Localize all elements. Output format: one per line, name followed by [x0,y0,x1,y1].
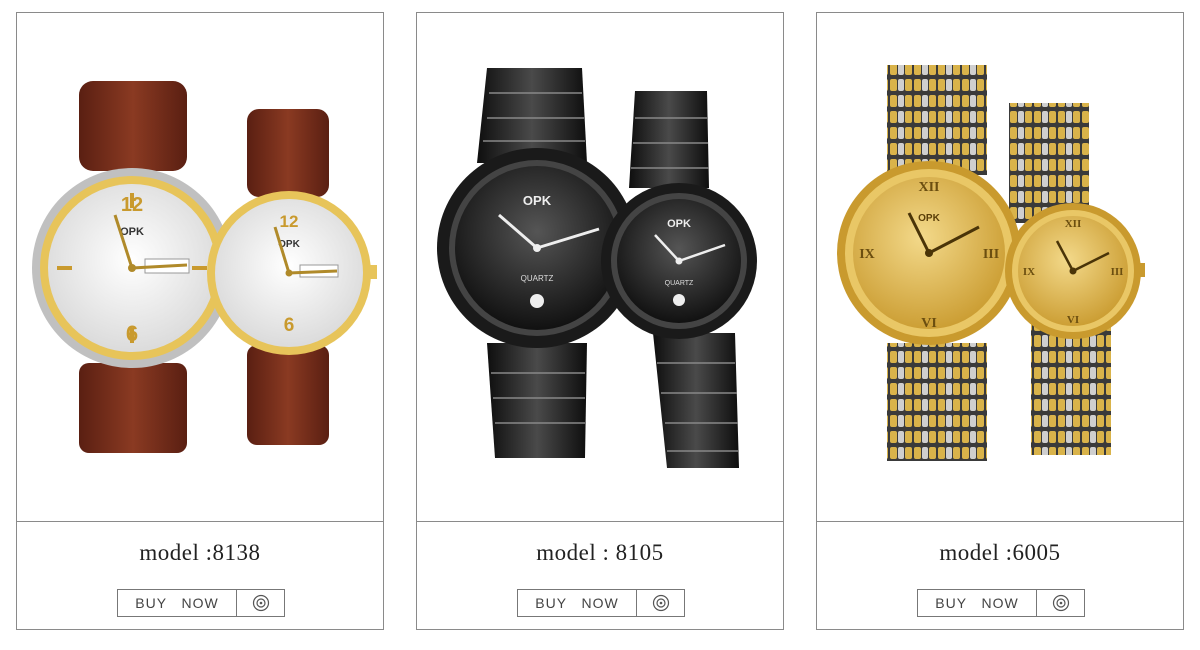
buy-now-label: BUY NOW [518,590,637,616]
model-number: model :8138 [139,540,261,565]
watch-pair-brown-leather: 12 6 OPK 12 6 OPK [32,81,377,453]
svg-text:VI: VI [1067,314,1079,326]
product-card-6005: XII VI IX III OPK XII VI IX III model :6005 … [816,12,1184,630]
buy-now-button[interactable]: BUY NOW [117,589,285,617]
svg-text:12: 12 [121,194,143,216]
svg-text:XII: XII [918,180,939,195]
svg-text:QUARTZ: QUARTZ [521,274,554,283]
buy-now-label: BUY NOW [918,590,1037,616]
target-icon[interactable] [1037,590,1084,616]
buy-now-button[interactable]: BUY NOW [917,589,1085,617]
svg-text:6: 6 [284,315,295,336]
svg-text:IX: IX [1023,266,1035,278]
svg-text:QUARTZ: QUARTZ [665,280,694,287]
product-image[interactable]: XII VI IX III OPK XII VI IX III [817,13,1183,522]
svg-text:OPK: OPK [120,226,144,238]
buy-now-button[interactable]: BUY NOW [517,589,685,617]
buy-now-label: BUY NOW [118,590,237,616]
product-card-8105: OPK QUARTZ OPK QUARTZ model : 8105 BUY N… [416,12,784,630]
model-number: model :6005 [939,540,1061,565]
svg-text:12: 12 [280,212,299,231]
watch-pair-black-ceramic: OPK QUARTZ OPK QUARTZ [437,68,757,468]
product-image[interactable]: OPK QUARTZ OPK QUARTZ [417,13,783,522]
watch-pair-gold-bracelet: XII VI IX III OPK XII VI IX III [837,65,1145,461]
svg-text:VI: VI [921,316,937,331]
svg-text:OPK: OPK [523,193,552,208]
product-card-8138: 12 6 OPK 12 6 OPK model :8138 BUY NOW [16,12,384,630]
svg-text:OPK: OPK [667,218,691,230]
svg-text:III: III [983,247,999,262]
svg-text:6: 6 [126,321,138,346]
product-image[interactable]: 12 6 OPK 12 6 OPK [17,13,383,522]
model-number: model : 8105 [536,540,664,565]
target-icon[interactable] [237,590,284,616]
svg-text:OPK: OPK [918,213,940,224]
svg-text:XII: XII [1065,218,1082,230]
svg-text:IX: IX [859,247,875,262]
svg-text:III: III [1111,266,1124,278]
target-icon[interactable] [637,590,684,616]
